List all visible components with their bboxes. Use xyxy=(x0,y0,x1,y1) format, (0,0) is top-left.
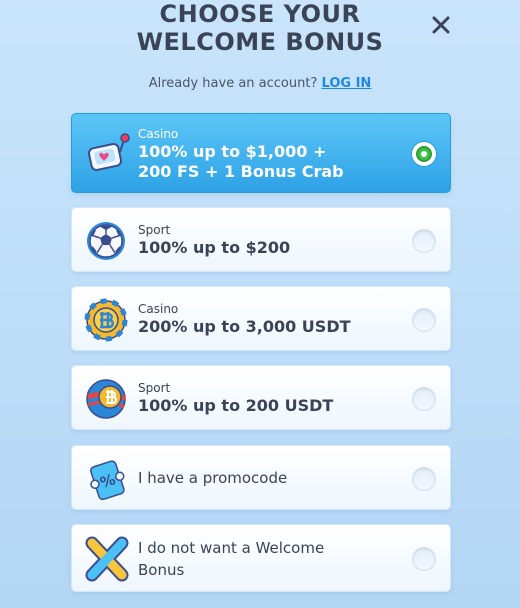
option-text: I have a promocode xyxy=(138,467,400,489)
option-text: Casino 200% up to 3,000 USDT xyxy=(138,301,400,337)
option-radio[interactable] xyxy=(412,387,436,411)
option-value-line-1: I do not want a Welcome xyxy=(138,539,325,557)
option-radio[interactable] xyxy=(412,467,436,491)
option-text: Sport 100% up to 200 USDT xyxy=(138,380,400,416)
option-value: 100% up to 200 USDT xyxy=(138,396,334,415)
option-text: Sport 100% up to $200 xyxy=(138,222,400,258)
bonus-option-casino-1[interactable]: Casino 100% up to $1,000 + 200 FS + 1 Bo… xyxy=(71,113,451,193)
option-radio[interactable] xyxy=(412,142,436,166)
bonus-option-none[interactable]: I do not want a Welcome Bonus xyxy=(71,524,451,592)
option-radio[interactable] xyxy=(412,229,436,253)
close-button[interactable] xyxy=(426,10,456,40)
option-radio[interactable] xyxy=(412,547,436,571)
option-value-line-1: 100% up to $1,000 + xyxy=(138,142,327,161)
bonus-option-sport-2[interactable]: Sport 100% up to 200 USDT xyxy=(71,365,451,430)
bitcoin-chip-icon xyxy=(84,296,132,344)
account-prompt: Already have an account? LOG IN xyxy=(0,76,520,91)
close-icon xyxy=(432,16,450,34)
radio-selected-dot xyxy=(416,146,432,162)
option-value: 100% up to $200 xyxy=(138,238,291,257)
option-text: Casino 100% up to $1,000 + 200 FS + 1 Bo… xyxy=(138,126,400,182)
option-category: Sport xyxy=(138,223,171,237)
option-value: 200% up to 3,000 USDT xyxy=(138,317,351,336)
option-category: Sport xyxy=(138,381,171,395)
bitcoin-ball-icon xyxy=(84,375,132,423)
option-value: I have a promocode xyxy=(138,469,288,487)
casino-slot-icon xyxy=(84,130,132,178)
option-category: Casino xyxy=(138,302,179,316)
account-prompt-text: Already have an account? xyxy=(148,76,318,91)
bonus-option-sport-1[interactable]: Sport 100% up to $200 xyxy=(71,207,451,272)
soccer-ball-icon xyxy=(84,217,132,265)
promo-ticket-icon: % xyxy=(84,455,132,503)
bonus-option-promocode[interactable]: % I have a promocode xyxy=(71,445,451,510)
cross-icon xyxy=(84,535,132,583)
option-value-line-2: Bonus xyxy=(138,561,185,579)
login-link[interactable]: LOG IN xyxy=(322,76,372,91)
option-category: Casino xyxy=(138,127,179,141)
option-text: I do not want a Welcome Bonus xyxy=(138,537,400,581)
bonus-option-casino-2[interactable]: Casino 200% up to 3,000 USDT xyxy=(71,286,451,351)
option-radio[interactable] xyxy=(412,308,436,332)
option-value-line-2: 200 FS + 1 Bonus Crab xyxy=(138,162,344,181)
